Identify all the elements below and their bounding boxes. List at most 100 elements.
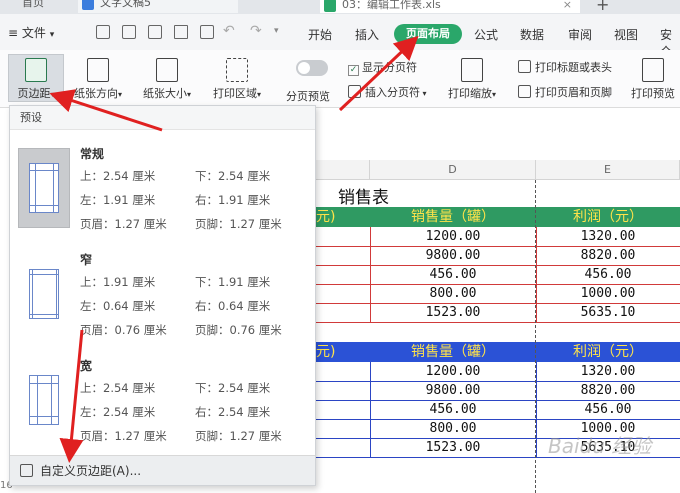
page-break-preview-label: 分页预览 [286, 90, 330, 103]
insert-page-break-button[interactable]: 插入分页符 ▾ [348, 84, 427, 100]
preset-narrow-footer: 页脚：0.76 厘米 [195, 323, 282, 337]
insert-page-break-label: 插入分页符 [365, 86, 420, 99]
tab-formula[interactable]: 公式 [474, 26, 498, 43]
table1-sales-cell[interactable]: 456.00 [370, 265, 536, 284]
paper-size-button[interactable]: 纸张大小▾ [138, 58, 196, 101]
margins-dropdown: 预设 常规 上：2.54 厘米 下：2.54 厘米 左：1.91 厘米 右：1.… [9, 105, 316, 486]
print-header-footer-button[interactable]: 打印页眉和页脚 [518, 84, 612, 100]
table1-profit-cell[interactable]: 8820.00 [536, 246, 680, 265]
ribbon-toolbar: 页边距▾ 纸张方向▾ 纸张大小▾ 打印区域▾ 分页预览 ✓ 显示分页符 插入分页符… [0, 50, 680, 108]
column-header-e[interactable]: E [536, 160, 680, 180]
paper-icon [29, 375, 59, 425]
tab-review[interactable]: 审阅 [568, 26, 592, 43]
quick-access-chevron-icon[interactable]: ▾ [274, 26, 279, 36]
print-area-button[interactable]: 打印区域▾ [207, 58, 267, 101]
preset-normal-right: 右：1.91 厘米 [195, 193, 271, 207]
preset-narrow-header: 页眉：0.76 厘米 [80, 323, 167, 337]
chevron-down-icon: ▾ [49, 30, 55, 40]
table2-header-partial[interactable]: 元) [316, 342, 370, 362]
table1-sales-cell[interactable]: 1200.00 [370, 227, 536, 246]
table2-column-border [370, 362, 371, 457]
column-header-d[interactable]: D [370, 160, 536, 180]
menu-bar: ≡ 文件 ▾ ↶ ↷ ▾ 开始 插入 页面布局 公式 数据 审阅 视图 安全 [0, 14, 680, 59]
print-icon[interactable] [174, 25, 188, 39]
print-header-footer-label: 打印页眉和页脚 [535, 86, 612, 99]
table2-sales-cell[interactable]: 9800.00 [370, 381, 536, 400]
table1-profit-cell[interactable]: 1320.00 [536, 227, 680, 246]
file-menu[interactable]: ≡ 文件 ▾ [8, 24, 54, 41]
orientation-icon [87, 58, 109, 82]
hamburger-icon: ≡ [8, 26, 19, 40]
print-preview-button[interactable]: 打印预览 [626, 58, 680, 101]
tab-insert[interactable]: 插入 [355, 26, 379, 43]
table1-profit-cell[interactable]: 456.00 [536, 265, 680, 284]
insert-page-break-icon [348, 85, 361, 98]
table1-header-sales[interactable]: 销售量（罐） [370, 207, 536, 227]
file-menu-label: 文件 [21, 26, 46, 40]
column-header-c[interactable] [316, 160, 370, 180]
print-header-footer-icon [518, 85, 531, 98]
sheet-title-cell[interactable]: 销售表 [338, 183, 389, 208]
preset-wide-top: 上：2.54 厘米 [80, 381, 156, 395]
print-preview-icon[interactable] [200, 25, 214, 39]
table1-header-profit[interactable]: 利润（元） [536, 207, 680, 227]
print-titles-button[interactable]: 打印标题或表头 [518, 59, 612, 75]
new-file-icon[interactable] [96, 25, 110, 39]
table2-sales-cell[interactable]: 456.00 [370, 400, 536, 419]
margins-label: 页边距 [17, 87, 51, 100]
page-break-preview-toggle[interactable] [296, 60, 328, 76]
preset-narrow-thumbnail [18, 254, 70, 334]
table2-profit-cell[interactable]: 8820.00 [536, 381, 680, 400]
tab-home[interactable]: 首页 [0, 0, 70, 13]
print-scale-icon [461, 58, 483, 82]
table1-profit-cell[interactable]: 1000.00 [536, 284, 680, 303]
preset-wide-left: 左：2.54 厘米 [80, 405, 156, 419]
table2-sales-cell[interactable]: 800.00 [370, 419, 536, 438]
custom-margins-icon [20, 464, 33, 477]
presets-header: 预设 [10, 106, 315, 130]
table2-sales-cell[interactable]: 1200.00 [370, 362, 536, 381]
print-titles-label: 打印标题或表头 [535, 61, 612, 74]
table2-header-profit[interactable]: 利润（元） [536, 342, 680, 362]
print-titles-icon [518, 60, 531, 73]
close-tab-icon[interactable]: × [563, 0, 572, 13]
table1-row-border [316, 322, 680, 323]
tab-spreadsheet[interactable]: 03：编辑工作表.xls × [320, 0, 580, 13]
new-tab-icon[interactable]: + [596, 0, 609, 14]
tab-view[interactable]: 视图 [614, 26, 638, 43]
open-folder-icon[interactable] [122, 25, 136, 39]
table1-header-partial[interactable]: 元) [316, 207, 370, 227]
show-page-break-checkbox[interactable]: ✓ 显示分页符 [348, 59, 417, 76]
table1-profit-cell[interactable]: 5635.10 [536, 303, 680, 322]
table1-sales-cell[interactable]: 1523.00 [370, 303, 536, 322]
paper-icon [29, 163, 59, 213]
print-area-icon [226, 58, 248, 82]
table1-sales-cell[interactable]: 9800.00 [370, 246, 536, 265]
margins-icon [25, 58, 47, 82]
preset-narrow-right: 右：0.64 厘米 [195, 299, 271, 313]
tab-start[interactable]: 开始 [308, 26, 332, 43]
preset-normal-top: 上：2.54 厘米 [80, 169, 156, 183]
custom-margins-button[interactable]: 自定义页边距(A)... [10, 455, 315, 485]
orientation-label: 纸张方向 [73, 87, 118, 100]
preset-narrow-left: 左：0.64 厘米 [80, 299, 156, 313]
table2-header-sales[interactable]: 销售量（罐） [370, 342, 536, 362]
margins-button[interactable]: 页边距▾ [8, 54, 64, 102]
table1-sales-cell[interactable]: 800.00 [370, 284, 536, 303]
table2-sales-cell[interactable]: 1523.00 [370, 438, 536, 457]
tab-page-layout[interactable]: 页面布局 [394, 24, 462, 44]
preset-narrow-name: 窄 [80, 253, 93, 267]
spreadsheet-icon [324, 0, 336, 12]
tab-data[interactable]: 数据 [520, 26, 544, 43]
table2-profit-cell[interactable]: 1320.00 [536, 362, 680, 381]
orientation-button[interactable]: 纸张方向▾ [70, 58, 126, 101]
custom-margins-label: 自定义页边距(A)... [40, 464, 142, 478]
save-icon[interactable] [148, 25, 162, 39]
preset-normal-thumbnail [18, 148, 70, 228]
redo-icon[interactable]: ↷ [250, 23, 262, 39]
table2-profit-cell[interactable]: 456.00 [536, 400, 680, 419]
tab-document[interactable]: 文字文稿5 [78, 0, 238, 13]
print-scale-button[interactable]: 打印缩放▾ [444, 58, 500, 101]
table1-column-border [370, 227, 371, 322]
undo-icon[interactable]: ↶ [223, 23, 235, 39]
